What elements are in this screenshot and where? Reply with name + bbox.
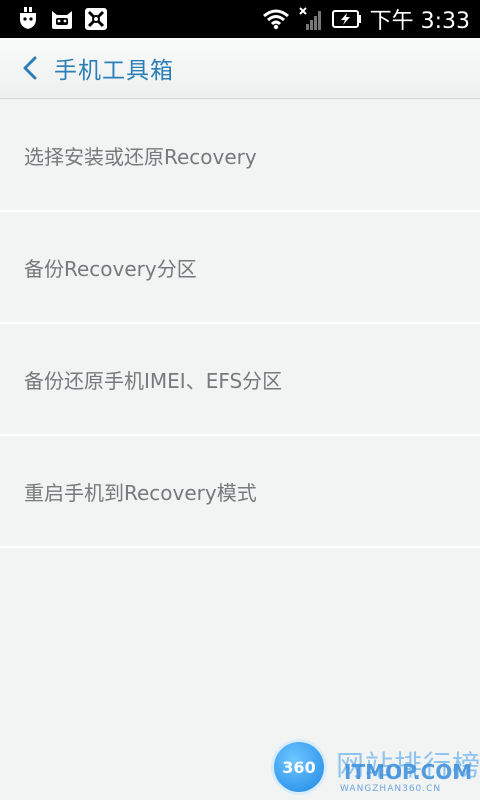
watermark-sub: WANGZHAN360.CN: [340, 784, 442, 794]
menu-item-backup-imei-efs[interactable]: 备份还原手机IMEI、EFS分区: [0, 324, 480, 436]
title-bar: 手机工具箱: [0, 38, 480, 99]
menu-item-backup-recovery[interactable]: 备份Recovery分区: [0, 212, 480, 324]
battery-charging-icon: [331, 7, 362, 31]
status-bar-notifications: [0, 7, 108, 31]
watermark-brand: ITMOP.COM: [344, 760, 473, 784]
chevron-left-icon: [23, 56, 37, 80]
cat-app-icon: [50, 7, 74, 31]
menu-item-reboot-recovery[interactable]: 重启手机到Recovery模式: [0, 436, 480, 548]
watermark-badge: 360: [274, 742, 324, 792]
watermark: 360 网站排行榜 ITMOP.COM WANGZHAN360.CN: [266, 738, 480, 800]
menu-item-label: 备份还原手机IMEI、EFS分区: [24, 368, 283, 393]
status-bar-system: 下午 3:33: [262, 3, 480, 35]
back-button[interactable]: [6, 38, 54, 99]
status-bar: 下午 3:33: [0, 0, 480, 38]
status-time: 下午 3:33: [369, 9, 470, 34]
app-screen: 下午 3:33 手机工具箱 选择安装或还原Recovery 备份Recovery…: [0, 0, 480, 800]
menu-item-label: 备份Recovery分区: [24, 256, 197, 281]
menu-item-install-restore-recovery[interactable]: 选择安装或还原Recovery: [0, 100, 480, 212]
page-title: 手机工具箱: [54, 58, 174, 84]
tools-app-icon: [84, 7, 108, 31]
no-signal-icon: [298, 7, 324, 31]
wifi-icon: [262, 7, 290, 31]
usb-debug-icon: [16, 7, 40, 31]
tool-menu-list: 选择安装或还原Recovery 备份Recovery分区 备份还原手机IMEI、…: [0, 100, 480, 548]
menu-item-label: 选择安装或还原Recovery: [24, 144, 257, 169]
menu-item-label: 重启手机到Recovery模式: [24, 480, 257, 505]
